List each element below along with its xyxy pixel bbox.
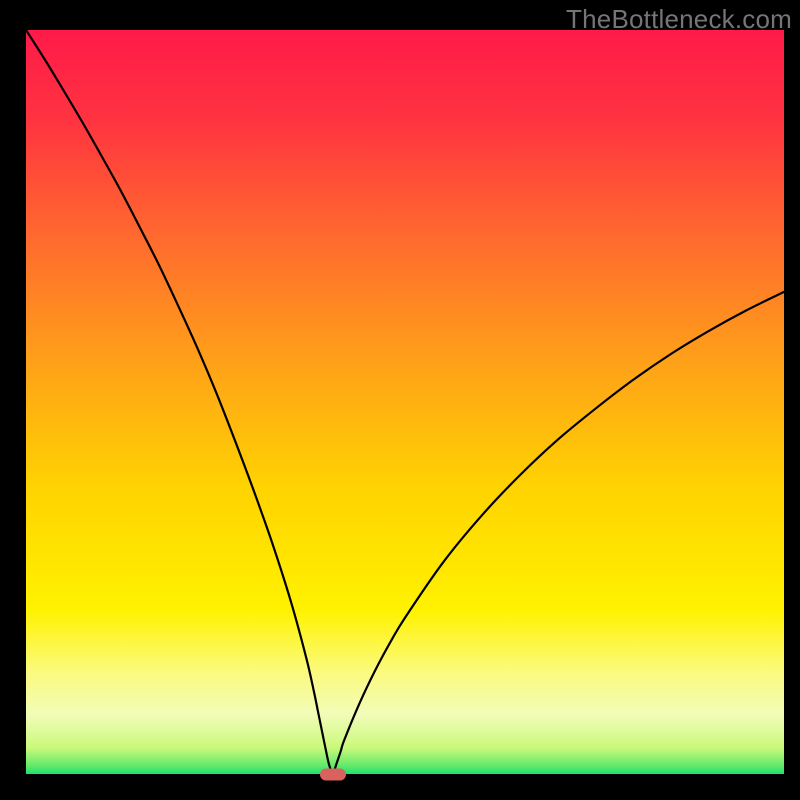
watermark-text: TheBottleneck.com xyxy=(566,4,792,35)
chart-frame: TheBottleneck.com xyxy=(0,0,800,800)
plot-background xyxy=(26,30,784,774)
bottleneck-chart xyxy=(0,0,800,800)
optimal-point-marker xyxy=(320,769,346,781)
